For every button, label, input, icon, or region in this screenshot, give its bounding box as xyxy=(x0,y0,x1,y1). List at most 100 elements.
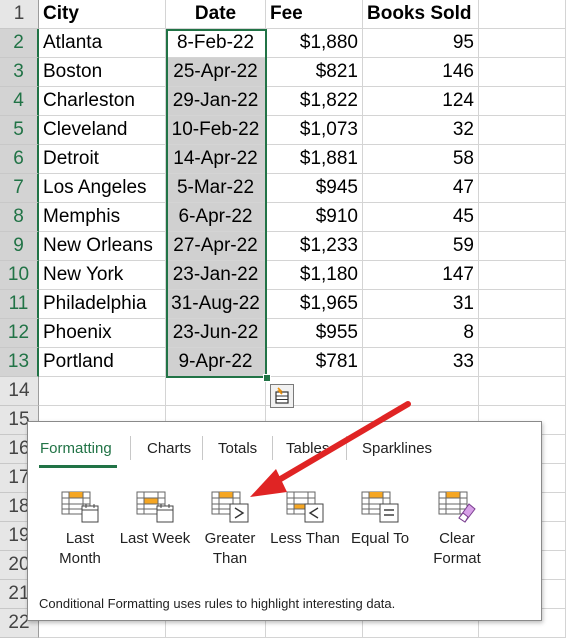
empty-cell[interactable] xyxy=(479,348,566,377)
column-header-fee[interactable]: Fee xyxy=(266,0,363,29)
column-header-date[interactable]: Date xyxy=(166,0,266,29)
row-header[interactable]: 5 xyxy=(0,116,39,145)
cell-books[interactable]: 59 xyxy=(363,232,479,261)
empty-cell[interactable] xyxy=(39,377,166,406)
option-last-month[interactable]: Last Month xyxy=(44,490,116,569)
row-header[interactable]: 7 xyxy=(0,174,39,203)
empty-cell[interactable] xyxy=(479,29,566,58)
cell-fee[interactable]: $1,822 xyxy=(266,87,363,116)
tab-charts[interactable]: Charts xyxy=(147,440,191,457)
cell-city[interactable]: Los Angeles xyxy=(39,174,166,203)
empty-cell[interactable] xyxy=(479,116,566,145)
cell-date[interactable]: 10-Feb-22 xyxy=(166,116,266,145)
cell-date[interactable]: 23-Jun-22 xyxy=(166,319,266,348)
empty-cell[interactable] xyxy=(479,290,566,319)
row-header[interactable]: 11 xyxy=(0,290,39,319)
row-header[interactable]: 10 xyxy=(0,261,39,290)
row-header[interactable]: 12 xyxy=(0,319,39,348)
cell-city[interactable]: Charleston xyxy=(39,87,166,116)
option-last-week[interactable]: Last Week xyxy=(119,490,191,549)
cell-city[interactable]: Philadelphia xyxy=(39,290,166,319)
empty-cell[interactable] xyxy=(479,0,566,29)
cell-fee[interactable]: $1,881 xyxy=(266,145,363,174)
cell-city[interactable]: Detroit xyxy=(39,145,166,174)
cell-fee[interactable]: $1,233 xyxy=(266,232,363,261)
cell-fee[interactable]: $945 xyxy=(266,174,363,203)
cell-city[interactable]: New York xyxy=(39,261,166,290)
row-header[interactable]: 9 xyxy=(0,232,39,261)
row-header[interactable]: 13 xyxy=(0,348,39,377)
empty-cell[interactable] xyxy=(479,232,566,261)
tab-tables[interactable]: Tables xyxy=(286,440,329,457)
option-greater-than[interactable]: Greater Than xyxy=(194,490,266,569)
cell-city[interactable]: Phoenix xyxy=(39,319,166,348)
cell-books[interactable]: 95 xyxy=(363,29,479,58)
cell-date[interactable]: 6-Apr-22 xyxy=(166,203,266,232)
cell-date[interactable]: 9-Apr-22 xyxy=(166,348,266,377)
empty-cell[interactable] xyxy=(479,261,566,290)
cell-books[interactable]: 33 xyxy=(363,348,479,377)
cell-date[interactable]: 8-Feb-22 xyxy=(166,29,266,58)
row-header[interactable]: 3 xyxy=(0,58,39,87)
cell-books[interactable]: 146 xyxy=(363,58,479,87)
cell-fee[interactable]: $1,880 xyxy=(266,29,363,58)
empty-cell[interactable] xyxy=(479,58,566,87)
empty-cell[interactable] xyxy=(479,87,566,116)
cell-date[interactable]: 29-Jan-22 xyxy=(166,87,266,116)
cell-date[interactable]: 14-Apr-22 xyxy=(166,145,266,174)
option-less-than[interactable]: Less Than xyxy=(269,490,341,549)
tab-sparklines[interactable]: Sparklines xyxy=(362,440,432,457)
cell-fee[interactable]: $821 xyxy=(266,58,363,87)
panel-description: Conditional Formatting uses rules to hig… xyxy=(39,596,396,611)
tab-formatting[interactable]: Formatting xyxy=(40,440,112,457)
cell-fee[interactable]: $1,073 xyxy=(266,116,363,145)
cell-date[interactable]: 5-Mar-22 xyxy=(166,174,266,203)
row-header[interactable]: 2 xyxy=(0,29,39,58)
option-equal-to[interactable]: Equal To xyxy=(344,490,416,549)
row-header[interactable]: 14 xyxy=(0,377,39,406)
cell-books[interactable]: 58 xyxy=(363,145,479,174)
cell-books[interactable]: 47 xyxy=(363,174,479,203)
empty-cell[interactable] xyxy=(479,174,566,203)
cell-city[interactable]: Memphis xyxy=(39,203,166,232)
cell-books[interactable]: 32 xyxy=(363,116,479,145)
cell-date[interactable]: 23-Jan-22 xyxy=(166,261,266,290)
quick-analysis-button[interactable] xyxy=(270,384,294,408)
cell-books[interactable]: 124 xyxy=(363,87,479,116)
row-header[interactable]: 6 xyxy=(0,145,39,174)
fill-handle[interactable] xyxy=(263,374,271,382)
empty-cell[interactable] xyxy=(479,377,566,406)
cell-city[interactable]: Atlanta xyxy=(39,29,166,58)
empty-cell[interactable] xyxy=(363,377,479,406)
row-header[interactable]: 1 xyxy=(0,0,39,29)
cell-fee[interactable]: $1,965 xyxy=(266,290,363,319)
cell-fee[interactable]: $955 xyxy=(266,319,363,348)
empty-cell[interactable] xyxy=(479,319,566,348)
cell-date[interactable]: 31-Aug-22 xyxy=(166,290,266,319)
cell-books[interactable]: 31 xyxy=(363,290,479,319)
cell-fee[interactable]: $910 xyxy=(266,203,363,232)
option-label: Equal To xyxy=(350,530,410,547)
cell-city[interactable]: Boston xyxy=(39,58,166,87)
less-than-icon xyxy=(286,491,324,523)
cell-date[interactable]: 27-Apr-22 xyxy=(166,232,266,261)
empty-cell[interactable] xyxy=(479,203,566,232)
empty-cell[interactable] xyxy=(479,145,566,174)
tab-totals[interactable]: Totals xyxy=(218,440,257,457)
row-header[interactable]: 8 xyxy=(0,203,39,232)
cell-city[interactable]: Portland xyxy=(39,348,166,377)
cell-books[interactable]: 8 xyxy=(363,319,479,348)
cell-fee[interactable]: $1,180 xyxy=(266,261,363,290)
column-header-books[interactable]: Books Sold xyxy=(363,0,479,29)
cell-city[interactable]: Cleveland xyxy=(39,116,166,145)
cell-city[interactable]: New Orleans xyxy=(39,232,166,261)
cell-date[interactable]: 25-Apr-22 xyxy=(166,58,266,87)
column-header-city[interactable]: City xyxy=(39,0,166,29)
option-clear-format[interactable]: Clear Format xyxy=(421,490,493,569)
cell-books[interactable]: 147 xyxy=(363,261,479,290)
row-header[interactable]: 4 xyxy=(0,87,39,116)
empty-cell[interactable] xyxy=(166,377,266,406)
option-label: Greater xyxy=(204,530,256,547)
cell-books[interactable]: 45 xyxy=(363,203,479,232)
cell-fee[interactable]: $781 xyxy=(266,348,363,377)
